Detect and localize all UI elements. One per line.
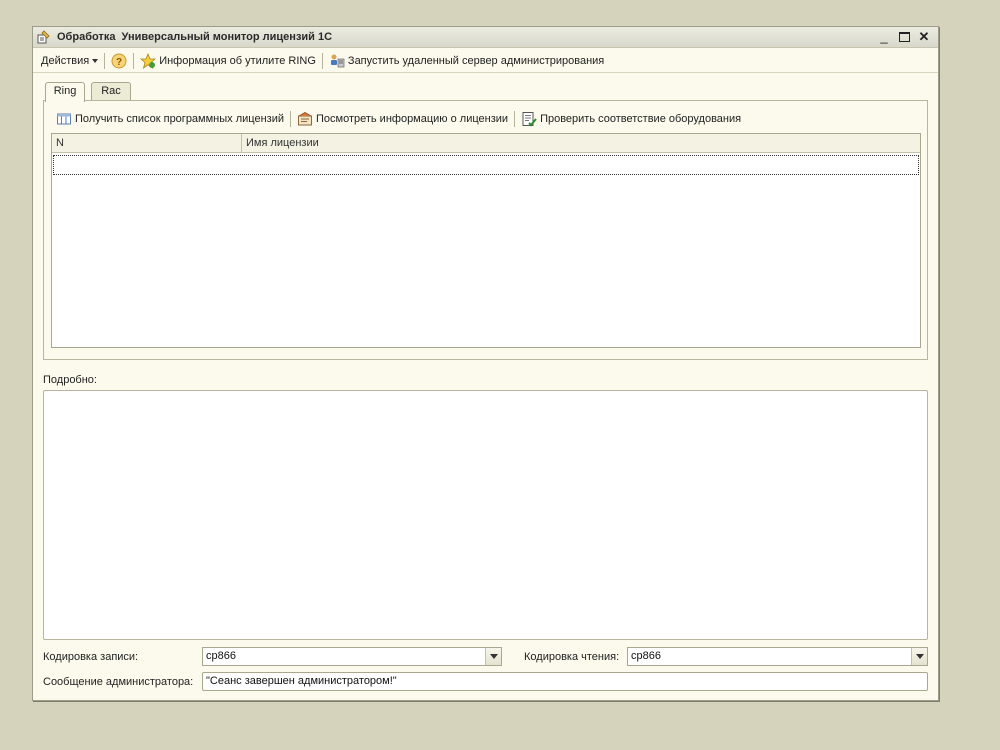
license-view-icon	[297, 112, 312, 126]
tab-rac[interactable]: Rac	[91, 82, 131, 101]
close-icon: ✕	[918, 29, 930, 44]
ring-info-label: Информация об утилите RING	[159, 54, 316, 67]
license-toolbar: Получить список программных лицензий Пос…	[54, 110, 743, 128]
admin-message-value: "Сеанс завершен администратором!"	[206, 675, 397, 687]
launch-server-button[interactable]: Запустить удаленный сервер администриров…	[327, 51, 606, 71]
check-hardware-button[interactable]: Проверить соответствие оборудования	[519, 109, 743, 129]
toolbar-divider	[321, 52, 323, 69]
read-encoding-value: cp866	[631, 650, 661, 662]
write-encoding-select[interactable]: cp866	[202, 647, 502, 666]
processing-window: Обработка Универсальный монитор лицензий…	[32, 26, 939, 701]
toolbar-divider	[514, 111, 516, 127]
admin-message-label: Сообщение администратора:	[43, 676, 194, 688]
list-grid-icon	[57, 113, 71, 125]
ring-tab-panel: Получить список программных лицензий Пос…	[43, 100, 928, 360]
toolbar-divider	[289, 111, 291, 127]
read-encoding-label: Кодировка чтения:	[524, 651, 620, 663]
admin-message-input[interactable]: "Сеанс завершен администратором!"	[202, 672, 928, 691]
details-textarea[interactable]	[43, 390, 928, 640]
actions-menu-button[interactable]: Действия	[39, 51, 100, 71]
details-label: Подробно:	[43, 374, 97, 386]
maximize-button[interactable]	[896, 29, 912, 45]
write-encoding-value: cp866	[206, 650, 236, 662]
tab-ring[interactable]: Ring	[45, 82, 85, 102]
processing-icon	[37, 30, 50, 44]
license-table[interactable]: N Имя лицензии	[51, 133, 921, 348]
minimize-icon: _	[880, 29, 888, 44]
read-encoding-select[interactable]: cp866	[627, 647, 928, 666]
close-button[interactable]: ✕	[916, 29, 932, 45]
ring-info-button[interactable]: Информация об утилите RING	[138, 51, 318, 71]
server-users-icon	[330, 54, 345, 67]
toolbar-divider	[133, 52, 135, 69]
chevron-down-icon	[92, 58, 99, 63]
view-license-info-label: Посмотреть информацию о лицензии	[315, 113, 509, 125]
check-document-icon	[522, 112, 537, 127]
get-license-list-button[interactable]: Получить список программных лицензий	[54, 109, 286, 129]
column-header-license-name[interactable]: Имя лицензии	[242, 134, 920, 153]
write-encoding-label: Кодировка записи:	[43, 651, 139, 663]
table-header: N Имя лицензии	[52, 134, 920, 153]
window-title: Обработка Универсальный монитор лицензий…	[57, 31, 333, 43]
main-toolbar: Действия ? Информация об утилите RING За…	[33, 49, 938, 73]
table-row[interactable]	[53, 155, 919, 175]
svg-text:?: ?	[116, 57, 122, 68]
maximize-icon	[898, 32, 910, 42]
get-license-list-label: Получить список программных лицензий	[75, 113, 284, 125]
star-info-icon	[140, 52, 157, 69]
help-icon: ?	[111, 53, 127, 68]
check-hardware-label: Проверить соответствие оборудования	[540, 113, 742, 125]
view-license-info-button[interactable]: Посмотреть информацию о лицензии	[295, 109, 510, 129]
chevron-down-icon[interactable]	[911, 648, 927, 665]
help-button[interactable]: ?	[109, 51, 129, 71]
chevron-down-icon[interactable]	[485, 648, 501, 665]
column-header-n[interactable]: N	[52, 134, 242, 153]
title-bar: Обработка Универсальный монитор лицензий…	[33, 27, 938, 48]
toolbar-divider	[104, 52, 106, 69]
minimize-button[interactable]: _	[876, 29, 892, 45]
actions-label: Действия	[41, 54, 90, 67]
launch-server-label: Запустить удаленный сервер администриров…	[347, 54, 605, 67]
